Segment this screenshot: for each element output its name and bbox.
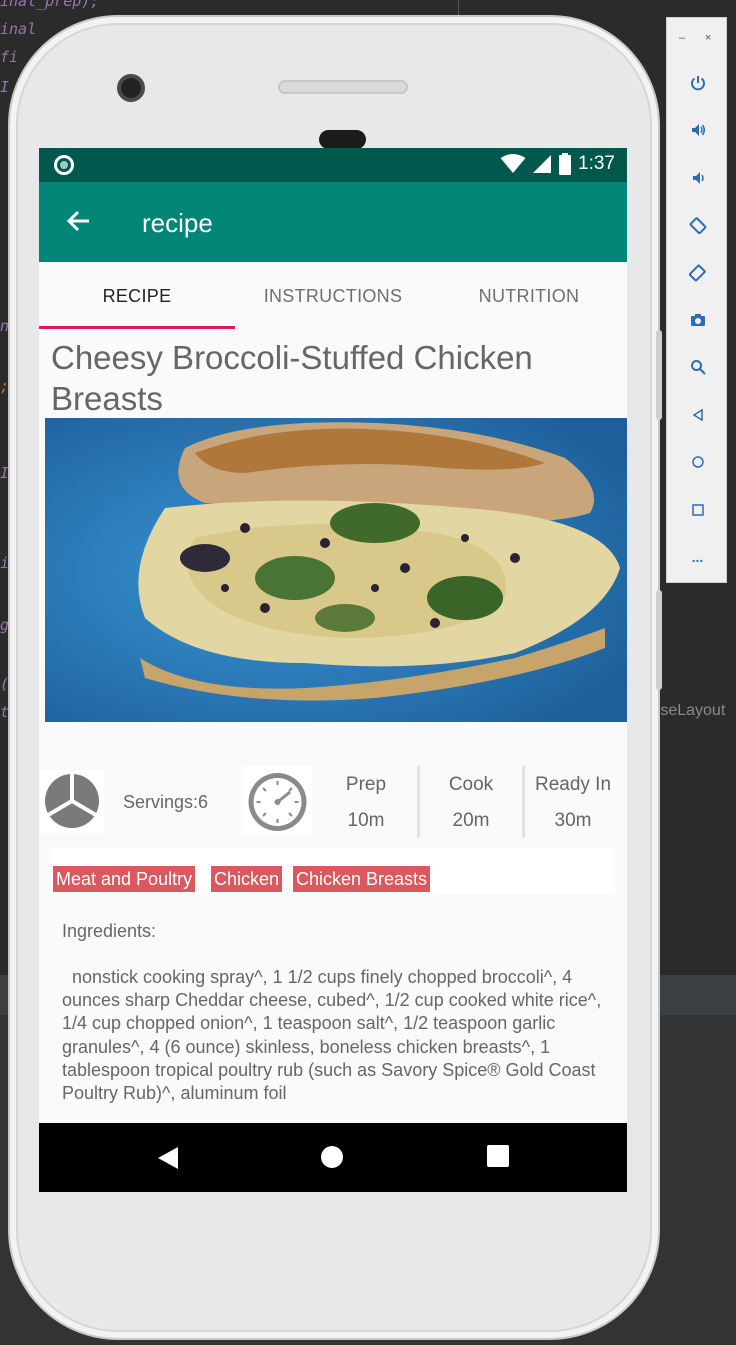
tab-nutrition[interactable]: NUTRITION — [431, 262, 627, 330]
tag-chip[interactable]: Meat and Poultry — [53, 866, 196, 892]
rotate-right-icon[interactable] — [667, 258, 728, 288]
recipe-meta-row: Servings:6 Prep 10m Cook 20m Ready In 30… — [39, 766, 627, 838]
front-camera — [117, 74, 145, 102]
overview-icon[interactable] — [667, 495, 728, 525]
back-triangle-icon[interactable] — [156, 1145, 180, 1171]
wifi-icon — [500, 154, 526, 173]
cook-label: Cook — [448, 774, 494, 795]
emulator-toolbar: – × ... — [666, 17, 727, 583]
ingredients-heading: Ingredients: — [62, 921, 157, 941]
battery-icon — [559, 153, 572, 175]
recipe-image — [45, 418, 627, 722]
ide-code-line: inal_prep); — [0, 0, 100, 10]
signal-icon — [533, 155, 552, 173]
status-bar: 1:37 — [39, 148, 627, 182]
notification-icon — [54, 155, 74, 175]
tag-chip[interactable]: Chicken — [211, 866, 283, 892]
tab-bar: RECIPE INSTRUCTIONS NUTRITION — [39, 262, 627, 330]
power-icon[interactable] — [667, 68, 728, 98]
rotate-left-icon[interactable] — [667, 210, 728, 240]
recents-square-icon[interactable] — [487, 1145, 509, 1167]
side-button — [656, 590, 662, 690]
speaker-grille — [278, 80, 408, 94]
ingredients-list: nonstick cooking spray^, 1 1/2 cups fine… — [62, 967, 602, 1104]
servings-icon — [40, 770, 104, 833]
tab-recipe[interactable]: RECIPE — [39, 262, 235, 330]
home-circle-icon[interactable] — [320, 1145, 344, 1169]
zoom-icon[interactable] — [667, 352, 728, 382]
ready-label: Ready In — [534, 774, 612, 795]
divider — [417, 766, 420, 838]
more-icon[interactable]: ... — [667, 542, 728, 572]
app-bar: recipe — [39, 182, 627, 262]
back-icon[interactable] — [667, 400, 728, 430]
ide-code-line: fi — [0, 48, 19, 66]
app-title: recipe — [142, 208, 213, 238]
prep-value: 10m — [347, 810, 385, 831]
tags-container: Meat and Poultry Chicken Chicken Breasts — [51, 848, 615, 894]
home-icon[interactable] — [667, 447, 728, 477]
tab-instructions[interactable]: INSTRUCTIONS — [235, 262, 431, 330]
earpiece — [319, 130, 366, 149]
cook-value: 20m — [452, 810, 490, 831]
volume-up-icon[interactable] — [667, 115, 728, 145]
ide-code-line: inal — [0, 20, 37, 38]
ide-layout-hint: rseLayout — [655, 702, 726, 719]
servings-label: Servings:6 — [123, 792, 209, 812]
ingredients-text: nonstick cooking spray^, 1 1/2 cups fine… — [62, 966, 607, 1105]
ide-code-line: I — [0, 78, 10, 96]
back-arrow-icon[interactable] — [65, 207, 93, 235]
close-button[interactable]: × — [705, 32, 711, 44]
status-time: 1:37 — [578, 153, 615, 174]
ready-value: 30m — [554, 810, 592, 831]
recipe-title: Cheesy Broccoli-Stuffed Chicken Breasts — [51, 339, 533, 417]
tab-indicator — [39, 326, 235, 329]
minimize-button[interactable]: – — [679, 32, 685, 44]
clock-icon — [243, 766, 312, 835]
phone-screen: 1:37 recipe RECIPE INSTRUCTIONS NUTRITIO… — [39, 148, 627, 1192]
side-button — [656, 330, 662, 420]
prep-label: Prep — [345, 774, 387, 795]
volume-down-icon[interactable] — [667, 163, 728, 193]
tag-chip[interactable]: Chicken Breasts — [293, 866, 431, 892]
camera-icon[interactable] — [667, 305, 728, 335]
navigation-bar — [39, 1123, 627, 1192]
